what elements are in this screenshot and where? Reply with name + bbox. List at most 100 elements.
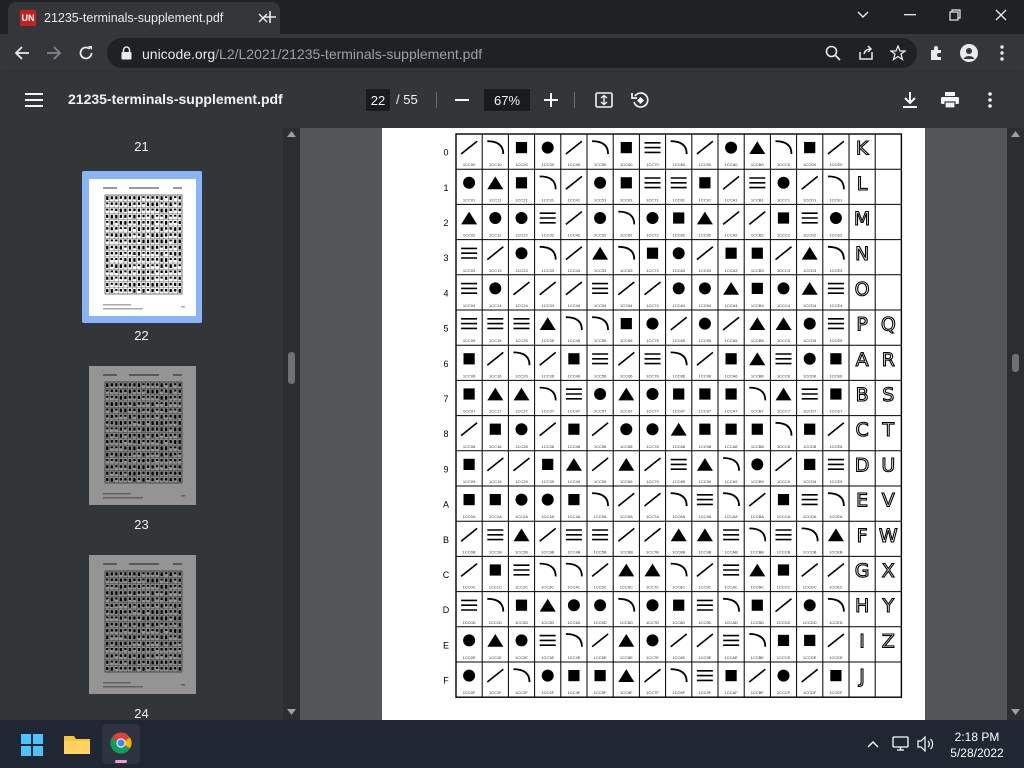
thumbnail-mark [151, 603, 154, 607]
glyph [592, 316, 609, 331]
glyph [463, 353, 475, 365]
pdf-more-options-icon[interactable] [978, 88, 1002, 112]
row-label: 3 [443, 253, 448, 263]
letter-glyph: I [859, 630, 865, 652]
thumbnail-mark [142, 202, 145, 205]
thumbnail-mark [146, 196, 150, 199]
chrome-taskbar-item[interactable] [102, 724, 140, 764]
thumbnail-mark [160, 597, 163, 601]
code-point-label: 1CC86 [672, 373, 685, 378]
thumbnail-mark [119, 591, 122, 595]
profile-avatar-icon[interactable] [958, 42, 980, 64]
pdf-viewer[interactable]: 0 1CC00 1CC10 1CC20 1CC30 1CC40 1CC50 1CC60 1CC7… [300, 128, 1007, 720]
thumbnail-mark [124, 660, 127, 663]
glyph [489, 282, 502, 295]
thumbnail-mark [151, 402, 154, 406]
glyph [460, 422, 478, 437]
thumbnail-mark [142, 648, 145, 652]
code-point-label: 1CC4F [568, 690, 581, 695]
show-hidden-icons-chevron-icon[interactable] [863, 734, 883, 754]
thumbnail-mark [128, 196, 132, 200]
scroll-down-arrow-icon[interactable] [287, 709, 296, 715]
thumbnail-mark [119, 584, 122, 589]
thumbnail-mark [142, 402, 145, 405]
page-thumbnail-23[interactable] [89, 366, 196, 505]
tab-search-chevron-icon[interactable] [848, 4, 878, 26]
scroll-up-arrow-icon[interactable] [1011, 131, 1020, 137]
zoom-magnifier-icon[interactable] [823, 43, 843, 63]
thumbnail-mark [155, 289, 159, 291]
sidebar-scroll-thumb[interactable] [288, 352, 295, 384]
scroll-up-arrow-icon[interactable] [287, 131, 296, 137]
code-point-label: 1CC44 [568, 303, 581, 308]
back-arrow-icon[interactable] [8, 39, 36, 67]
download-icon[interactable] [898, 88, 922, 112]
page-thumbnail-22[interactable] [89, 179, 196, 316]
omnibox[interactable]: unicode.org/L2/L2021/21235-terminals-sup… [107, 38, 917, 68]
code-point-label: 1CCDC [803, 585, 817, 590]
thumbnail-mark [106, 408, 109, 411]
thumbnail-mark [155, 264, 159, 267]
thumbnail-mark [119, 459, 122, 463]
glyph [801, 494, 818, 506]
thumbnail-mark [110, 214, 113, 219]
page-thumbnail-24[interactable] [89, 555, 196, 694]
browser-menu-kebab-icon[interactable] [991, 42, 1013, 64]
glyph [618, 669, 635, 682]
thumbnail-mark [181, 684, 185, 686]
new-tab-icon[interactable] [258, 6, 282, 28]
code-point-label: 1CC8C [672, 585, 685, 590]
fit-to-page-icon[interactable] [592, 88, 616, 112]
thumbnail-mark [128, 289, 132, 292]
glyph [591, 457, 609, 472]
url-text[interactable]: unicode.org/L2/L2021/21235-terminals-sup… [142, 46, 482, 62]
zoom-level-input[interactable] [484, 89, 530, 111]
glyph [801, 562, 819, 578]
share-icon[interactable] [856, 43, 876, 63]
glyph [775, 457, 792, 472]
thumbnail-mark [155, 597, 159, 600]
thumbnail-mark [178, 603, 181, 607]
close-window-icon[interactable] [986, 4, 1016, 26]
thumbnail-mark [137, 572, 141, 577]
windows-start-icon[interactable] [20, 733, 44, 757]
thumbnail-mark [155, 629, 159, 632]
minimize-icon[interactable] [895, 4, 925, 26]
thumbnail-mark [151, 610, 154, 614]
lock-icon[interactable] [119, 45, 133, 61]
thumbnail-mark [137, 402, 141, 405]
viewer-scrollbar[interactable] [1007, 128, 1024, 720]
thumbnail-mark [110, 666, 113, 671]
viewer-scroll-thumb[interactable] [1012, 354, 1019, 372]
browser-tab[interactable]: UN 21235-terminals-supplement.pdf [8, 2, 280, 34]
forward-arrow-icon[interactable] [40, 39, 68, 67]
print-icon[interactable] [938, 88, 962, 112]
bookmark-star-icon[interactable] [888, 43, 908, 63]
thumbnail-mark [174, 666, 177, 670]
thumbnail-mark [128, 220, 132, 224]
reload-icon[interactable] [72, 39, 100, 67]
code-point-label: 1CCA2 [725, 233, 739, 238]
volume-speaker-icon[interactable] [916, 734, 936, 754]
zoom-out-minus-icon[interactable] [450, 88, 474, 112]
thumbnail-mark [106, 641, 109, 646]
sidebar-scrollbar[interactable] [283, 128, 300, 720]
extensions-puzzle-icon[interactable] [926, 42, 948, 64]
taskbar-clock[interactable]: 2:18 PM 5/28/2022 [942, 729, 1012, 761]
glyph [594, 599, 607, 612]
glyph [644, 353, 661, 365]
network-monitor-icon[interactable] [891, 734, 911, 754]
code-point-label: 1CC54 [594, 303, 607, 308]
page-number-input[interactable] [366, 89, 390, 111]
restore-icon[interactable] [940, 4, 970, 26]
rotate-icon[interactable] [628, 88, 652, 112]
thumbnail-mark [178, 465, 181, 469]
thumbnail-mark [119, 239, 122, 243]
zoom-in-plus-icon[interactable] [539, 88, 563, 112]
thumbnail-mark [133, 433, 136, 437]
file-explorer-icon[interactable] [63, 732, 91, 756]
thumbnail-mark [110, 402, 113, 406]
scroll-down-arrow-icon[interactable] [1011, 709, 1020, 715]
glyph [722, 175, 740, 190]
hamburger-menu-icon[interactable] [22, 88, 46, 112]
